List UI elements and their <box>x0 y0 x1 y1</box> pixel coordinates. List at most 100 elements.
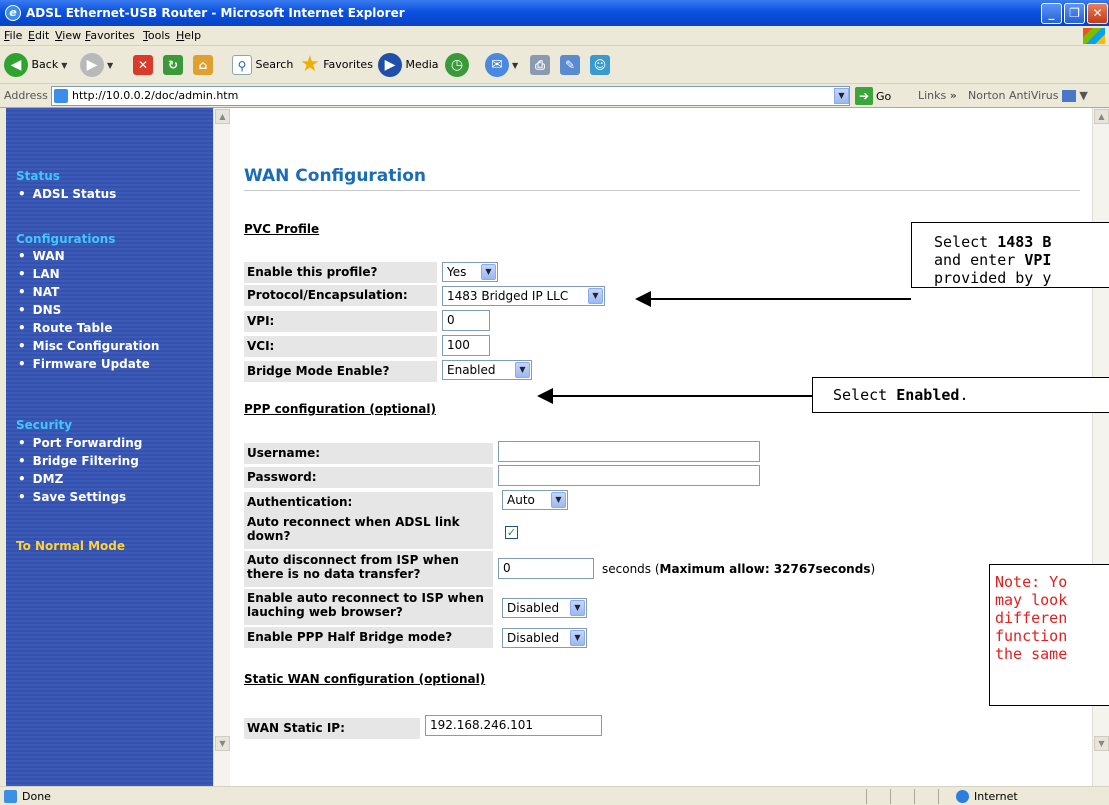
auto-disconnect-input[interactable]: 0 <box>498 558 594 579</box>
sidebar-heading-security: Security <box>16 418 73 432</box>
status-divider <box>890 789 891 804</box>
mail-button[interactable]: ✉ ▼ <box>485 52 518 78</box>
sidebar-heading-configurations: Configurations <box>16 232 116 246</box>
username-label: Username: <box>244 443 493 464</box>
sidebar-item-misc-configuration[interactable]: Misc Configuration <box>18 339 160 353</box>
print-icon: ⎙ <box>530 55 550 75</box>
forward-button[interactable]: ▶ ▼ <box>80 52 113 78</box>
protocol-select[interactable]: 1483 Bridged IP LLC ▼ <box>442 286 605 306</box>
close-button[interactable]: ✕ <box>1087 3 1108 24</box>
menu-view[interactable]: View <box>55 29 81 42</box>
ppp-half-bridge-select[interactable]: Disabled ▼ <box>502 628 587 648</box>
page-icon <box>54 89 68 103</box>
menu-edit[interactable]: Edit <box>28 29 49 42</box>
address-dropdown-button[interactable]: ▼ <box>834 88 849 104</box>
back-arrow-icon: ◀ <box>4 53 28 77</box>
home-button[interactable]: ⌂ <box>193 52 213 78</box>
bridge-mode-label: Bridge Mode Enable? <box>244 361 437 382</box>
scroll-down-arrow-icon[interactable]: ▼ <box>1094 736 1109 751</box>
minimize-button[interactable]: _ <box>1041 3 1062 24</box>
sidebar-nav: Status ADSL Status Configurations WAN LA… <box>6 108 213 786</box>
auto-disconnect-label: Auto disconnect from ISP when there is n… <box>244 551 493 587</box>
callout-protocol: Select 1483 B and enter VPI provided by … <box>911 222 1109 288</box>
vci-label: VCI: <box>244 336 437 357</box>
chevron-down-icon: ▼ <box>515 362 530 378</box>
menu-file[interactable]: File <box>4 29 22 42</box>
menu-tools[interactable]: Tools <box>143 29 170 42</box>
back-label: Back <box>31 58 59 71</box>
sidebar-scrollbar[interactable]: ▲ ▼ <box>213 108 230 786</box>
messenger-button[interactable]: ☺ <box>590 52 610 78</box>
address-input[interactable]: http://10.0.0.2/doc/admin.htm <box>51 86 850 106</box>
vpi-input[interactable]: 0 <box>442 310 490 331</box>
callout-text: . <box>959 386 969 404</box>
bridge-mode-select[interactable]: Enabled ▼ <box>442 360 532 380</box>
norton-antivirus-button[interactable]: Norton AntiVirus ▼ <box>968 89 1088 102</box>
wan-static-ip-label: WAN Static IP: <box>244 718 420 739</box>
search-button[interactable]: ⚲ Search <box>232 52 293 78</box>
menu-help[interactable]: Help <box>176 29 201 42</box>
password-input[interactable] <box>498 465 760 486</box>
sidebar-item-lan[interactable]: LAN <box>18 267 60 281</box>
sidebar-item-port-forwarding[interactable]: Port Forwarding <box>18 436 143 450</box>
sidebar-item-wan[interactable]: WAN <box>18 249 65 263</box>
refresh-icon: ↻ <box>163 55 183 75</box>
mail-icon: ✉ <box>485 53 509 77</box>
scroll-up-arrow-icon[interactable]: ▲ <box>1094 109 1109 124</box>
callout-bold: VPI <box>1024 251 1052 269</box>
favorites-button[interactable]: ★ Favorites <box>300 52 373 78</box>
ppp-half-bridge-label: Enable PPP Half Bridge mode? <box>244 627 493 648</box>
username-input[interactable] <box>498 441 760 462</box>
authentication-select[interactable]: Auto ▼ <box>502 490 568 510</box>
callout-text: provided by y <box>934 269 1052 287</box>
chevron-down-icon: ▼ <box>570 630 585 646</box>
auto-reconnect-checkbox[interactable]: ✓ <box>505 526 518 539</box>
sidebar-item-route-table[interactable]: Route Table <box>18 321 113 335</box>
callout-text: Select <box>833 386 897 404</box>
stop-icon: ✕ <box>133 55 153 75</box>
print-button[interactable]: ⎙ <box>530 52 550 78</box>
sidebar-item-save-settings[interactable]: Save Settings <box>18 490 127 504</box>
browser-content: Status ADSL Status Configurations WAN LA… <box>0 108 1109 786</box>
refresh-button[interactable]: ↻ <box>163 52 183 78</box>
note-line: function <box>995 627 1068 645</box>
security-zone: Internet <box>974 790 1018 803</box>
messenger-icon: ☺ <box>590 55 610 75</box>
note-line: differen <box>995 609 1068 627</box>
note-line: may look <box>995 591 1068 609</box>
sidebar-item-adsl-status[interactable]: ADSL Status <box>18 187 117 201</box>
protocol-value: 1483 Bridged IP LLC <box>447 289 569 303</box>
menu-favorites[interactable]: Favorites <box>85 29 135 42</box>
status-divider <box>938 789 939 804</box>
maximize-button[interactable]: ❐ <box>1064 3 1085 24</box>
seconds-note: seconds (Maximum allow: 32767seconds) <box>602 562 875 576</box>
scroll-up-arrow-icon[interactable]: ▲ <box>215 109 230 124</box>
page-title: WAN Configuration <box>244 166 427 186</box>
back-button[interactable]: ◀ Back ▼ <box>4 52 67 78</box>
sidebar-item-dns[interactable]: DNS <box>18 303 62 317</box>
go-button[interactable]: ➔ Go <box>855 87 891 106</box>
enable-profile-select[interactable]: Yes ▼ <box>442 262 498 282</box>
sidebar-item-bridge-filtering[interactable]: Bridge Filtering <box>18 454 139 468</box>
auto-reconnect-browser-select[interactable]: Disabled ▼ <box>502 598 587 618</box>
sidebar-item-firmware-update[interactable]: Firmware Update <box>18 357 150 371</box>
toolbar: ◀ Back ▼ ▶ ▼ ✕ ↻ ⌂ ⚲ Search ★ Favorites ▶ … <box>0 46 1109 84</box>
page-status-icon <box>4 790 17 803</box>
chevron-down-icon: ▼ <box>588 288 603 304</box>
stop-button[interactable]: ✕ <box>133 52 153 78</box>
bridge-mode-value: Enabled <box>447 363 496 377</box>
status-divider <box>914 789 915 804</box>
scroll-down-arrow-icon[interactable]: ▼ <box>215 736 230 751</box>
sidebar-item-nat[interactable]: NAT <box>18 285 60 299</box>
vci-input[interactable]: 100 <box>442 335 490 356</box>
media-button[interactable]: ▶ Media <box>378 52 439 78</box>
sidebar-item-dmz[interactable]: DMZ <box>18 472 64 486</box>
seconds-prefix: seconds ( <box>602 562 660 576</box>
history-button[interactable]: ◷ <box>445 52 469 78</box>
links-button[interactable]: Links » <box>918 89 957 102</box>
sidebar-link-normal-mode[interactable]: To Normal Mode <box>16 539 125 553</box>
wan-static-ip-input[interactable]: 192.168.246.101 <box>425 715 602 736</box>
search-icon: ⚲ <box>232 55 252 75</box>
edit-button[interactable]: ✎ <box>560 52 580 78</box>
chevron-down-icon: ▼ <box>481 264 496 280</box>
